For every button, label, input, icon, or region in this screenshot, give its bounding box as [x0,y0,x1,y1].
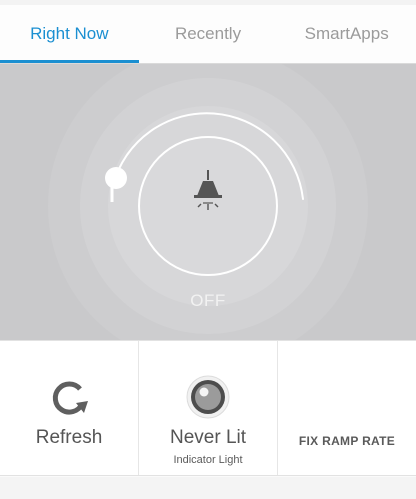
refresh-icon [52,381,88,415]
indicator-sublabel: Indicator Light [173,454,243,466]
device-tiles: Refresh Never Lit Indicator Light FIX RA… [0,340,416,476]
device-detail-screen: Right Now Recently SmartApps OFF Refresh… [0,0,416,499]
refresh-tile[interactable]: Refresh [0,341,139,475]
tab-smartapps[interactable]: SmartApps [277,5,416,63]
indicator-light-icon [186,375,230,419]
fix-ramp-rate-label: FIX RAMP RATE [298,434,396,448]
indicator-light-tile[interactable]: Never Lit Indicator Light [139,341,278,475]
tab-recently[interactable]: Recently [139,5,278,63]
indicator-state-label: Never Lit [169,427,247,448]
power-state-label: OFF [190,291,226,310]
dimmer-dial-area: OFF [0,64,416,340]
refresh-label: Refresh [35,427,103,448]
tab-right-now[interactable]: Right Now [0,5,139,63]
bottom-strip [0,477,416,499]
tab-bar: Right Now Recently SmartApps [0,5,416,63]
fix-ramp-rate-tile[interactable]: FIX RAMP RATE [278,341,416,475]
